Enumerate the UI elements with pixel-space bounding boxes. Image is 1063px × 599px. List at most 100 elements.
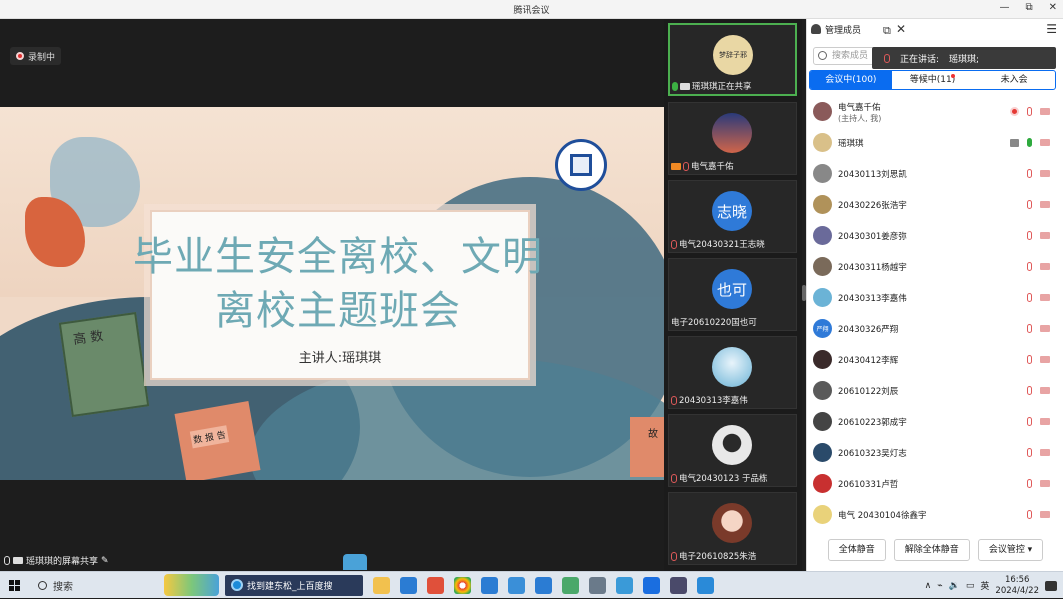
mic-off-icon[interactable] <box>1027 510 1032 519</box>
unmute-all-button[interactable]: 解除全体静音 <box>893 539 970 561</box>
network-icon[interactable]: ⌁ <box>937 581 942 591</box>
member-avatar <box>813 474 832 493</box>
tile-name: 电子20610220国也可 <box>671 318 757 328</box>
camera-off-icon[interactable] <box>1040 480 1050 487</box>
mic-off-icon[interactable] <box>1027 386 1032 395</box>
mic-off-icon[interactable] <box>1027 107 1032 116</box>
member-row[interactable]: 20430226张浩宇 <box>807 189 1063 220</box>
member-row[interactable]: 20430412李辉 <box>807 344 1063 375</box>
member-row[interactable]: 瑶琪琪 <box>807 127 1063 158</box>
member-avatar <box>813 133 832 152</box>
camera-off-icon[interactable] <box>1040 201 1050 208</box>
video-tile[interactable]: 也可 电子20610220国也可 <box>668 258 797 331</box>
tab-waiting[interactable]: 等候中(11) <box>892 71 974 89</box>
camera-off-icon[interactable] <box>1040 170 1050 177</box>
menu-icon[interactable]: ☰ <box>1046 22 1057 36</box>
school-logo <box>555 139 607 191</box>
mute-all-button[interactable]: 全体静音 <box>827 539 886 561</box>
video-tile[interactable]: 电气嘉千佑 <box>668 102 797 175</box>
photos-icon[interactable] <box>562 576 579 594</box>
close-button[interactable]: ✕ <box>1049 2 1057 13</box>
app-icon[interactable] <box>670 576 687 594</box>
video-tile[interactable]: 电子20610825朱浩 <box>668 492 797 565</box>
member-row[interactable]: 电气嘉千佑 (主持人, 我) <box>807 96 1063 127</box>
panel-close-icon[interactable]: ✕ <box>896 22 906 36</box>
recording-label: 录制中 <box>28 52 56 63</box>
ime-indicator[interactable]: 英 <box>980 579 989 592</box>
mic-off-icon[interactable] <box>1027 262 1032 271</box>
mic-off-icon[interactable] <box>1027 293 1032 302</box>
minimize-button[interactable]: — <box>999 2 1009 13</box>
taskbar-search[interactable]: 搜索 <box>28 572 168 599</box>
member-row[interactable]: 20610223郭成宇 <box>807 406 1063 437</box>
mic-off-icon[interactable] <box>1027 355 1032 364</box>
slide-speaker: 主讲人:瑶琪琪 <box>298 351 382 366</box>
camera-off-icon[interactable] <box>1040 325 1050 332</box>
edit-pencil-icon[interactable]: ✎ <box>101 556 109 566</box>
settings-icon[interactable] <box>589 576 606 594</box>
app-icon[interactable] <box>616 576 633 594</box>
camera-off-icon[interactable] <box>1040 263 1050 270</box>
camera-off-icon[interactable] <box>1040 139 1050 146</box>
member-row[interactable]: 20430113刘思凯 <box>807 158 1063 189</box>
clock-date: 2024/4/22 <box>995 585 1039 596</box>
popout-icon[interactable]: ⧉ <box>883 24 891 38</box>
restore-button[interactable]: ⧉ <box>1025 2 1032 13</box>
mic-on-icon[interactable] <box>1027 138 1032 147</box>
clock[interactable]: 16:56 2024/4/22 <box>995 575 1039 597</box>
speaking-toast: 正在讲话: 瑶琪琪; <box>872 47 1056 69</box>
camera-off-icon[interactable] <box>1040 511 1050 518</box>
file-explorer-icon[interactable] <box>373 576 390 594</box>
mic-off-icon[interactable] <box>1027 324 1032 333</box>
camera-off-icon[interactable] <box>1040 232 1050 239</box>
chevron-up-icon[interactable]: ∧ <box>925 581 932 591</box>
notification-icon[interactable] <box>1045 580 1057 591</box>
mic-off-icon[interactable] <box>1027 231 1032 240</box>
member-row[interactable]: 20610323吴灯志 <box>807 437 1063 468</box>
member-row[interactable]: 严翔 20430326严翔 <box>807 313 1063 344</box>
member-row[interactable]: 20430301姜彦弥 <box>807 220 1063 251</box>
member-row[interactable]: 20610122刘辰 <box>807 375 1063 406</box>
camera-off-icon[interactable] <box>1040 387 1050 394</box>
video-tile[interactable]: 20430313李嘉伟 <box>668 336 797 409</box>
taskbar-search-label: 搜索 <box>53 581 73 593</box>
mic-off-icon[interactable] <box>1027 169 1032 178</box>
mic-off-icon[interactable] <box>1027 448 1032 457</box>
toolbar-handle-icon[interactable] <box>343 554 367 570</box>
tab-in-meeting[interactable]: 会议中(100) <box>810 71 892 89</box>
member-row[interactable]: 电气 20430104徐鑫宇 <box>807 499 1063 526</box>
app-icon[interactable] <box>427 576 444 594</box>
mic-off-icon[interactable] <box>1027 200 1032 209</box>
member-row[interactable]: 20610331卢哲 <box>807 468 1063 499</box>
video-tile[interactable]: 梦辞子邪 瑶琪琪正在共享 <box>668 23 797 96</box>
meeting-control-button[interactable]: 会议管控 ▾ <box>977 539 1044 561</box>
word-icon[interactable] <box>481 576 498 594</box>
video-tile[interactable]: 志晓 电气20430321王志晓 <box>668 180 797 253</box>
camera-off-icon[interactable] <box>1040 449 1050 456</box>
chrome-icon[interactable] <box>454 576 471 594</box>
start-button[interactable] <box>0 572 28 599</box>
camera-icon <box>13 557 23 564</box>
mic-off-icon[interactable] <box>1027 417 1032 426</box>
video-tile[interactable]: 电气20430123 于品栋 <box>668 414 797 487</box>
tile-name: 瑶琪琪正在共享 <box>692 82 752 92</box>
tencent-meeting-icon[interactable] <box>643 576 660 594</box>
volume-icon[interactable]: 🔉 <box>949 581 960 591</box>
edge-taskbar-item[interactable]: 找到建东松_上百度搜 <box>225 574 363 596</box>
member-row[interactable]: 20430313李嘉伟 <box>807 282 1063 313</box>
recording-indicator[interactable]: 录制中 <box>10 47 62 65</box>
weather-widget-icon[interactable] <box>164 574 219 596</box>
app-icon[interactable] <box>508 576 525 594</box>
battery-icon[interactable]: ▭ <box>966 581 975 591</box>
mic-off-icon[interactable] <box>1027 479 1032 488</box>
camera-off-icon[interactable] <box>1040 418 1050 425</box>
word-icon[interactable] <box>535 576 552 594</box>
camera-off-icon[interactable] <box>1040 108 1050 115</box>
tab-not-joined[interactable]: 未入会 <box>973 71 1055 89</box>
member-row[interactable]: 20430311杨越宇 <box>807 251 1063 282</box>
camera-off-icon[interactable] <box>1040 356 1050 363</box>
camera-off-icon[interactable] <box>1040 294 1050 301</box>
word-icon[interactable] <box>400 576 417 594</box>
app-icon[interactable] <box>697 576 714 594</box>
tile-name: 电气20430123 于品栋 <box>679 474 768 484</box>
